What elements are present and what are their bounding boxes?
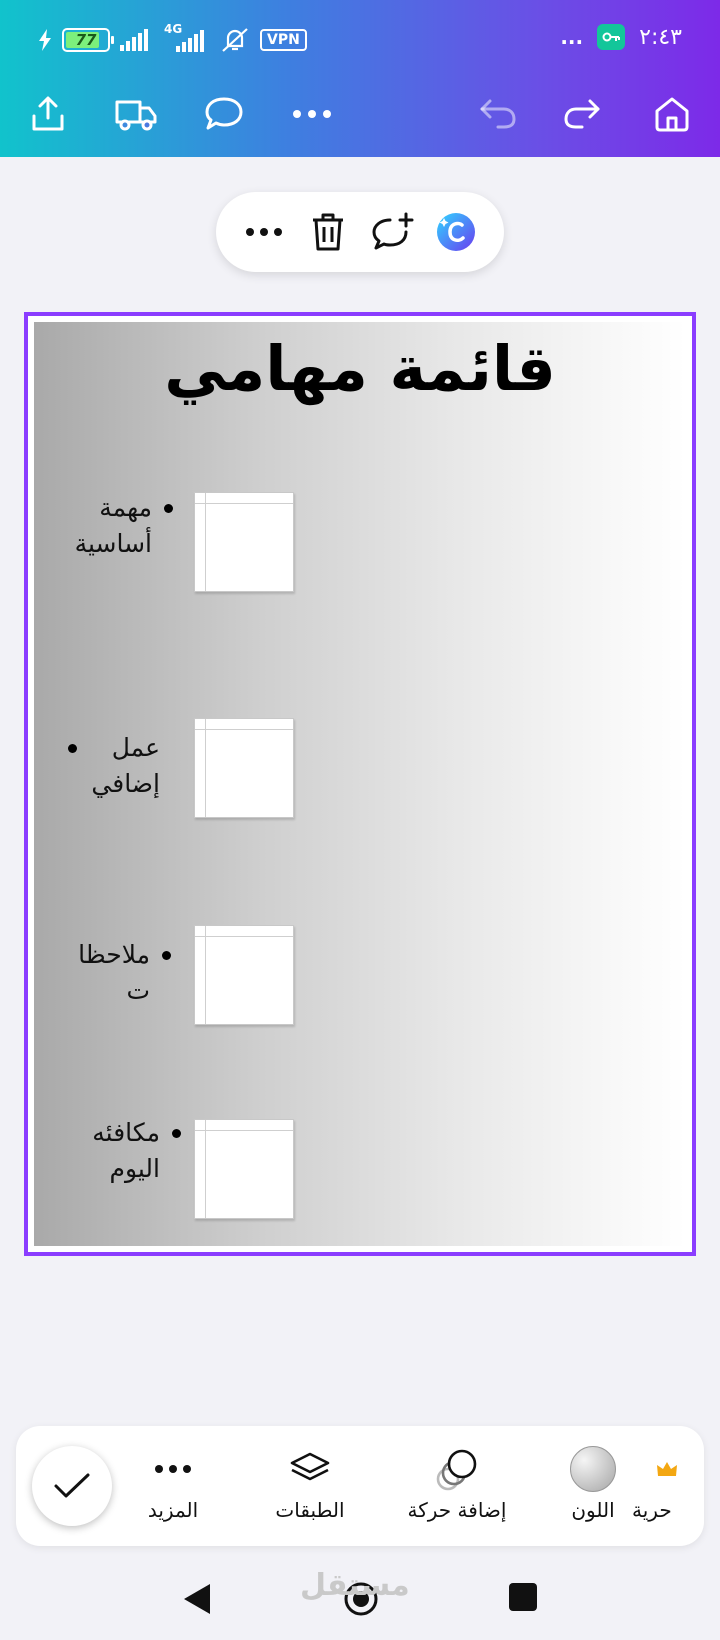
status-bar: 77 4G VPN ... ٢:٤٣: [0, 0, 720, 76]
done-button[interactable]: [32, 1446, 112, 1526]
checkbox-square[interactable]: [194, 1119, 294, 1219]
design-page[interactable]: قائمة مهامي مهمة أساسية عمل إضافي ملاحظا…: [34, 322, 686, 1246]
truck-icon: [115, 100, 157, 131]
bullet: [162, 951, 171, 960]
battery-indicator: 77: [62, 28, 114, 52]
undo-icon: [480, 99, 516, 129]
animate-label: إضافة حركة: [407, 1498, 507, 1522]
checkbox-square[interactable]: [194, 718, 294, 818]
redo-button[interactable]: [554, 86, 610, 142]
bullet: [164, 504, 173, 513]
premium-tool-button[interactable]: حرية: [626, 1444, 704, 1522]
premium-tool-label: حرية: [632, 1498, 672, 1522]
animate-button[interactable]: إضافة حركة: [382, 1444, 532, 1522]
pill-more-button[interactable]: [240, 208, 288, 256]
checkbox-square[interactable]: [194, 492, 294, 592]
checkbox-square[interactable]: [194, 925, 294, 1025]
design-title[interactable]: قائمة مهامي: [34, 332, 686, 405]
mute-bell-icon: [222, 28, 248, 52]
redo-icon: [564, 99, 600, 129]
more-options-button[interactable]: [284, 86, 340, 142]
crown-icon: [657, 1462, 677, 1476]
app-header: 77 4G VPN ... ٢:٤٣: [0, 0, 720, 157]
undo-button[interactable]: [470, 86, 526, 142]
signal-icon: [120, 29, 148, 51]
task-label[interactable]: ملاحظات: [66, 937, 150, 1009]
charging-icon: [39, 29, 51, 51]
task-item[interactable]: ملاحظات: [34, 925, 334, 1035]
comment-icon: [205, 97, 243, 130]
more-icon: [246, 228, 282, 236]
recents-icon: [509, 1583, 537, 1611]
home-button[interactable]: [644, 86, 700, 142]
layers-label: الطبقات: [275, 1498, 345, 1522]
bullet: [172, 1129, 181, 1138]
editor-toolbar: [0, 76, 720, 156]
watermark-logo: مستقل: [300, 1568, 410, 1603]
overflow-dots: ...: [560, 25, 584, 49]
delete-button[interactable]: [304, 208, 352, 256]
more-tool-label: المزيد: [147, 1498, 199, 1522]
share-icon: [32, 96, 64, 131]
comments-button[interactable]: [196, 86, 252, 142]
more-icon: [155, 1465, 191, 1473]
animate-icon: [436, 1449, 477, 1491]
vpn-badge: VPN: [260, 29, 307, 51]
task-item[interactable]: مكافئه اليوم: [34, 1118, 334, 1229]
task-item[interactable]: عمل إضافي: [34, 718, 334, 828]
element-actions-pill: [216, 192, 504, 272]
more-tool-button[interactable]: المزيد: [108, 1444, 238, 1522]
checkmark-icon: [54, 1473, 90, 1498]
clock: ٢:٤٣: [639, 24, 682, 50]
design-selection-frame[interactable]: قائمة مهامي مهمة أساسية عمل إضافي ملاحظا…: [24, 312, 696, 1256]
home-icon: [655, 97, 689, 132]
trash-icon: [313, 213, 343, 251]
layers-button[interactable]: الطبقات: [245, 1444, 375, 1522]
more-icon: [293, 110, 331, 118]
back-button[interactable]: [182, 1582, 212, 1620]
print-delivery-button[interactable]: [108, 86, 164, 142]
layers-icon: [290, 1452, 330, 1481]
add-comment-button[interactable]: [368, 208, 416, 256]
task-label[interactable]: عمل إضافي: [68, 730, 160, 802]
back-icon: [184, 1584, 210, 1614]
task-label[interactable]: مكافئه اليوم: [68, 1115, 160, 1187]
add-comment-icon: [372, 212, 414, 250]
magic-assistant-button[interactable]: [432, 208, 480, 256]
recents-button[interactable]: [508, 1582, 538, 1616]
key-app-icon: [597, 24, 626, 50]
canva-magic-icon: [437, 213, 475, 251]
task-item[interactable]: مهمة أساسية: [34, 492, 334, 602]
color-swatch: [570, 1446, 616, 1492]
share-button[interactable]: [20, 86, 76, 142]
task-label[interactable]: مهمة أساسية: [42, 490, 152, 562]
network-4g-signal: 4G: [164, 22, 210, 54]
bottom-toolbar: المزيد الطبقات إضافة حركة اللون حرية: [16, 1426, 704, 1546]
